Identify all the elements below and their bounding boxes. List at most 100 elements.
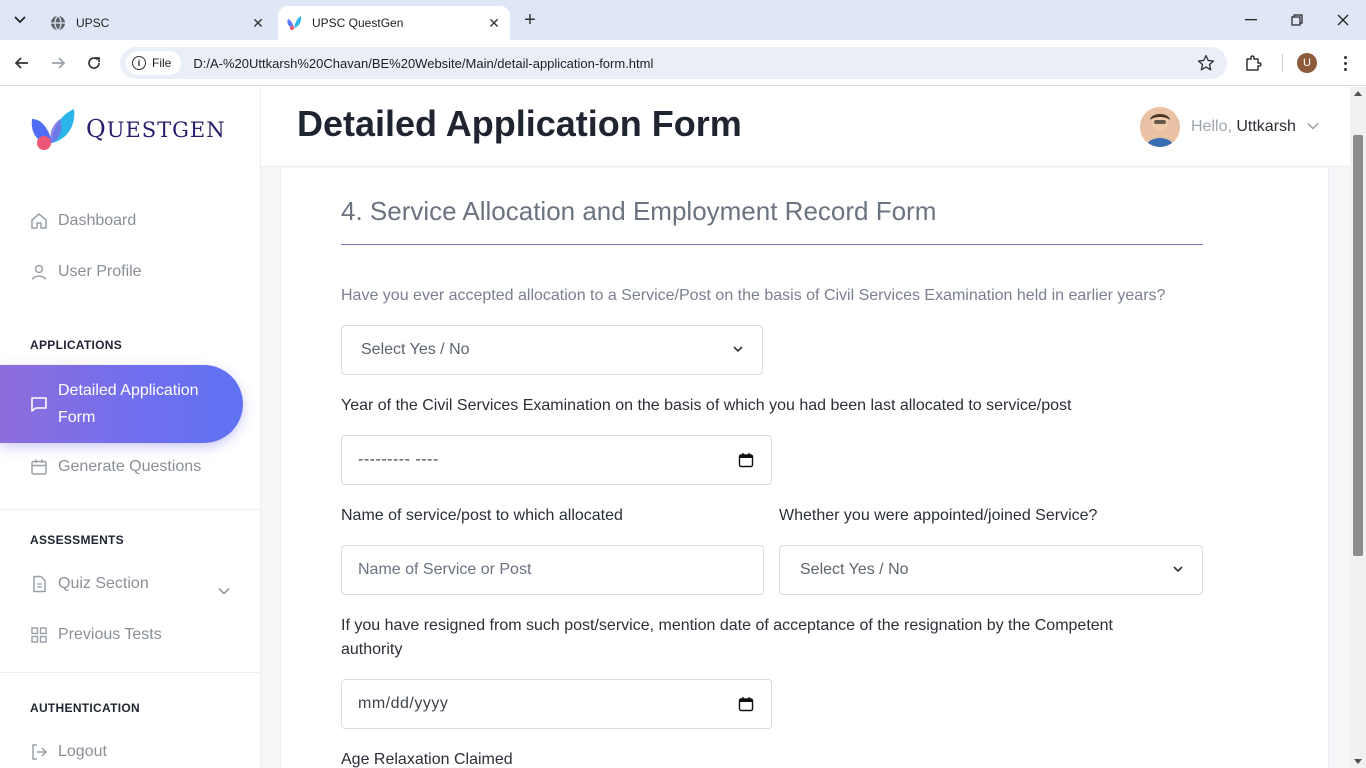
sidebar-item-label-line1: Detailed Application [58,382,199,399]
service-name-input[interactable]: Name of Service or Post [341,545,764,595]
sidebar-divider [0,509,261,510]
toolbar-divider [1282,54,1283,72]
question-accepted-allocation-label: Have you ever accepted allocation to a S… [341,287,1166,304]
close-window-icon[interactable] [1329,6,1357,34]
question-resignation-date-line2: authority [341,641,403,658]
document-icon [30,575,48,593]
sidebar-item-label: Generate Questions [58,458,202,475]
chevron-down-icon [1173,566,1183,573]
sidebar-item-label-line2: Form [58,409,96,426]
grid-icon [30,626,48,644]
address-bar[interactable]: i File D:/A-%20Uttkarsh%20Chavan/BE%20We… [120,47,1227,79]
restore-window-icon[interactable] [1283,6,1311,34]
scrollbar-thumb[interactable] [1353,135,1363,556]
forward-arrow-icon[interactable] [44,49,72,77]
resignation-date-input[interactable]: mm/dd/yyyy [341,679,772,729]
appointed-select[interactable]: Select Yes / No [779,545,1203,595]
chevron-down-icon [733,346,743,353]
browser-menu-icon[interactable] [1334,52,1356,74]
logo-wordmark-rest: UESTGEN [106,118,226,142]
form-card: 4. Service Allocation and Employment Rec… [280,168,1329,768]
service-name-placeholder: Name of Service or Post [358,561,532,578]
back-arrow-icon[interactable] [8,49,36,77]
tab-search-chevron-icon[interactable] [8,8,32,32]
bookmark-star-icon[interactable] [1195,52,1217,74]
site-info-label: File [152,56,172,70]
scroll-down-arrow-icon[interactable] [1354,759,1362,764]
user-name: Uttkarsh [1236,118,1296,135]
section-title: 4. Service Allocation and Employment Rec… [341,196,937,226]
sidebar-item-label: Dashboard [58,212,137,229]
close-tab-icon[interactable]: ✕ [484,13,504,33]
questgen-favicon-icon [286,15,302,31]
calendar-icon [30,458,48,476]
sidebar-item-label: User Profile [58,263,142,280]
browser-tab-questgen[interactable]: UPSC QuestGen ✕ [278,6,510,40]
tab-title: UPSC QuestGen [312,16,404,30]
reload-icon[interactable] [80,49,108,77]
user-greeting[interactable]: Hello, Uttkarsh [1191,118,1296,136]
question-service-name-label: Name of service/post to which allocated [341,507,623,524]
sidebar-item-previous-tests[interactable]: Previous Tests [30,626,162,644]
calendar-icon[interactable] [738,696,754,712]
browser-profile-avatar[interactable]: U [1297,53,1317,73]
user-menu-chevron-down-icon[interactable] [1307,119,1319,133]
sidebar-item-detailed-application-form[interactable]: Detailed Application Form [0,365,243,443]
chevron-down-icon[interactable] [218,584,230,598]
question-age-relaxation-label: Age Relaxation Claimed [341,751,513,768]
logo-wordmark-initial: Q [86,115,107,143]
sidebar-item-user-profile[interactable]: User Profile [30,263,142,281]
sidebar-heading-applications: APPLICATIONS [30,338,123,352]
scroll-up-arrow-icon[interactable] [1354,91,1362,96]
user-avatar[interactable] [1140,107,1180,147]
tab-title: UPSC [76,16,110,30]
exam-year-value: --------- ---- [358,451,439,468]
question-resignation-date-label: If you have resigned from such post/serv… [341,614,1203,662]
site-info-chip[interactable]: i File [126,51,182,75]
logout-icon [30,743,48,761]
sidebar-item-label: Detailed Application Form [58,377,199,431]
resignation-date-value: mm/dd/yyyy [358,695,449,712]
question-exam-year-label: Year of the Civil Services Examination o… [341,397,1072,414]
sidebar-heading-assessments: ASSESSMENTS [30,533,124,547]
accepted-allocation-select[interactable]: Select Yes / No [341,325,763,375]
questgen-logo[interactable]: QUESTGEN [30,107,226,151]
page: QUESTGEN Dashboard User Profile APPLICAT… [0,87,1350,768]
sidebar: QUESTGEN Dashboard User Profile APPLICAT… [0,87,261,768]
sidebar-item-label: Previous Tests [58,626,162,643]
sidebar-item-generate-questions[interactable]: Generate Questions [30,458,201,476]
url-text[interactable]: D:/A-%20Uttkarsh%20Chavan/BE%20Website/M… [193,56,653,71]
exam-year-input[interactable]: --------- ---- [341,435,772,485]
calendar-icon[interactable] [738,452,754,468]
select-value: Select Yes / No [800,561,909,578]
browser-tab-bar: UPSC ✕ UPSC QuestGen ✕ + [0,0,1366,40]
sidebar-item-label: Logout [58,743,107,760]
info-icon: i [132,56,146,70]
extensions-puzzle-icon[interactable] [1242,52,1264,74]
page-title: Detailed Application Form [297,103,742,144]
sidebar-divider [0,672,261,673]
page-scrollbar[interactable] [1350,87,1366,768]
browser-toolbar: i File D:/A-%20Uttkarsh%20Chavan/BE%20We… [0,40,1366,86]
greeting-text: Hello, [1191,118,1232,135]
browser-tab-upsc[interactable]: UPSC ✕ [40,6,274,40]
close-tab-icon[interactable]: ✕ [248,13,268,33]
sidebar-item-label: Quiz Section [58,575,149,592]
page-header: Detailed Application Form Hello, Uttkars… [261,87,1350,167]
message-icon [30,395,48,413]
home-icon [30,212,48,230]
sidebar-item-dashboard[interactable]: Dashboard [30,212,136,230]
section-divider [341,244,1203,245]
sidebar-heading-authentication: AUTHENTICATION [30,701,140,715]
globe-icon [50,15,66,31]
question-appointed-label: Whether you were appointed/joined Servic… [779,507,1098,524]
profile-initial: U [1303,57,1311,69]
user-icon [30,263,48,281]
sidebar-item-logout[interactable]: Logout [30,743,107,761]
minimize-window-icon[interactable] [1237,6,1265,34]
select-value: Select Yes / No [361,341,470,358]
logo-wordmark: QUESTGEN [86,115,226,143]
question-resignation-date-line1: If you have resigned from such post/serv… [341,617,1113,634]
new-tab-plus-icon[interactable]: + [518,9,542,31]
sidebar-item-quiz-section[interactable]: Quiz Section [30,575,149,593]
